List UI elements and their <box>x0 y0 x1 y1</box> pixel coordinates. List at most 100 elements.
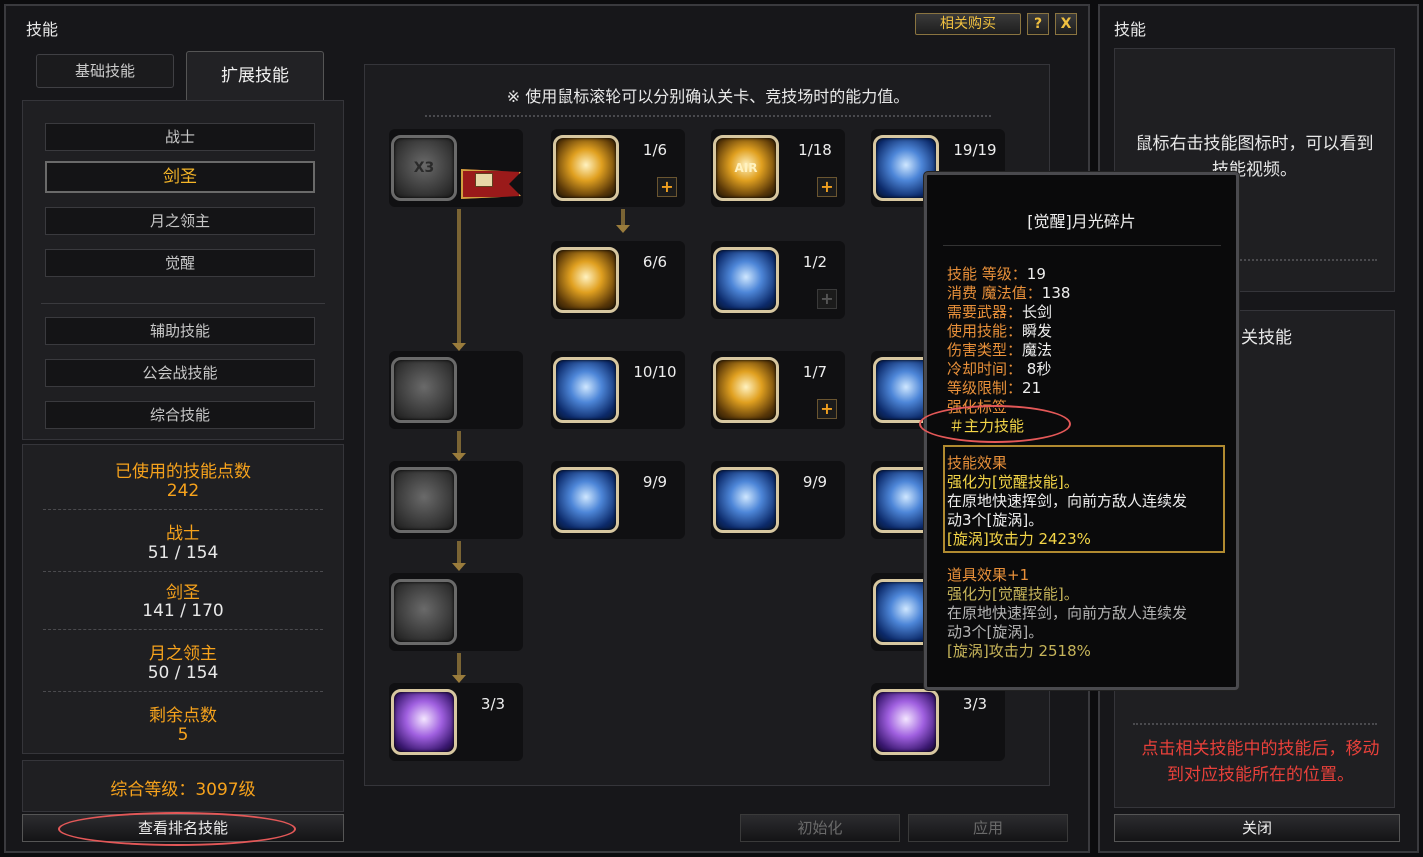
reset-button[interactable]: 初始化 <box>740 814 900 842</box>
wave-skill-icon[interactable] <box>553 467 619 533</box>
book-icon <box>475 173 493 187</box>
skill-slot[interactable] <box>389 573 523 651</box>
sword-skill-icon[interactable] <box>553 135 619 201</box>
skill-slot[interactable]: 10/10 <box>551 351 685 429</box>
highlight-circle <box>919 405 1071 443</box>
skill-slot[interactable]: 9/9 <box>551 461 685 539</box>
moonlord-points-value: 50 / 154 <box>147 663 219 683</box>
close-window-button[interactable]: X <box>1055 13 1077 35</box>
tree-connector <box>457 431 461 453</box>
arrow-down-icon <box>616 225 630 233</box>
tooltip-value: 8秒 <box>1022 360 1052 378</box>
skill-slot[interactable]: X3 <box>389 129 523 207</box>
remaining-points-label: 剩余点数 <box>149 706 217 726</box>
skill-slot[interactable]: 1/6 + <box>551 129 685 207</box>
skill-slot[interactable]: 3/3 <box>389 683 523 761</box>
figure-skill-icon[interactable] <box>713 247 779 313</box>
item-effect-line: 强化为[觉醒技能]。 <box>947 585 1079 603</box>
tooltip-key: 使用技能 <box>947 322 1008 340</box>
close-button[interactable]: 关闭 <box>1114 814 1400 842</box>
tree-connector <box>457 209 461 343</box>
tooltip-value: 瞬发 <box>1022 322 1053 340</box>
category-guild-war[interactable]: 公会战技能 <box>45 359 315 387</box>
navigation-hint-line: 点击相关技能中的技能后，移动 <box>1141 739 1380 759</box>
awakening-skill-icon[interactable] <box>873 689 939 755</box>
tooltip-key: 需要武器 <box>947 303 1008 321</box>
skill-level: 1/18 <box>798 141 832 159</box>
tooltip-value: 19 <box>1026 265 1046 283</box>
item-effect-line: 动3个[旋涡]。 <box>947 623 1044 641</box>
apply-button[interactable]: 应用 <box>908 814 1068 842</box>
overall-level: 综合等级：3097级 <box>110 780 256 800</box>
skill-effect-line: 动3个[旋涡]。 <box>947 511 1044 529</box>
air-skill-icon[interactable]: AIR <box>713 135 779 201</box>
skill-level: 1/7 <box>802 363 828 381</box>
locked-skill-icon[interactable] <box>391 357 457 423</box>
tooltip-value: 长剑 <box>1022 303 1053 321</box>
tooltip-key: 等级限制 <box>947 379 1008 397</box>
moonlord-points-label: 月之领主 <box>149 644 217 664</box>
category-general[interactable]: 综合技能 <box>45 401 315 429</box>
tooltip-row: 冷却时间： 8秒 <box>947 360 1051 379</box>
scroll-hint: ※ 使用鼠标滚轮可以分别确认关卡、竞技场时的能力值。 <box>506 87 910 106</box>
skill-level: 1/2 <box>802 253 828 271</box>
tooltip-row: 伤害类型：魔法 <box>947 341 1052 360</box>
multi-slash-skill-icon[interactable] <box>713 467 779 533</box>
skill-slot[interactable]: 1/2 + <box>711 241 845 319</box>
sword-skill-icon[interactable] <box>553 247 619 313</box>
tooltip-key: 伤害类型 <box>947 341 1008 359</box>
related-purchase-button[interactable]: 相关购买 <box>915 13 1021 35</box>
remaining-points-value: 5 <box>177 725 189 745</box>
category-support[interactable]: 辅助技能 <box>45 317 315 345</box>
skill-slot[interactable] <box>389 351 523 429</box>
level-up-plus-icon[interactable]: + <box>657 177 677 197</box>
tab-extended-skills[interactable]: 扩展技能 <box>186 51 324 103</box>
tooltip-separator: ： <box>1007 360 1023 378</box>
skill-level: 9/9 <box>642 473 668 491</box>
category-panel: 战士 剑圣 月之领主 觉醒 辅助技能 公会战技能 综合技能 <box>22 100 344 440</box>
help-button[interactable]: ? <box>1027 13 1049 35</box>
category-sword-master[interactable]: 剑圣 <box>45 161 315 193</box>
tree-connector <box>621 209 625 225</box>
arrow-down-icon <box>452 563 466 571</box>
tooltip-key: 技能 等级 <box>947 265 1012 283</box>
item-effect-title: 道具效果+1 <box>947 566 1030 584</box>
skill-level: 19/19 <box>953 141 997 159</box>
navigation-hint: 点击相关技能中的技能后，移动 到对应技能所在的位置。 <box>1100 736 1421 788</box>
category-moonlord[interactable]: 月之领主 <box>45 207 315 235</box>
divider <box>43 629 323 630</box>
level-up-plus-icon[interactable]: + <box>817 177 837 197</box>
category-awakening[interactable]: 觉醒 <box>45 249 315 277</box>
skill-level: 3/3 <box>962 695 988 713</box>
divider <box>943 245 1221 246</box>
item-effect-line: 在原地快速挥剑，向前方敌人连续发 <box>947 604 1188 622</box>
skill-slot[interactable]: 1/7 + <box>711 351 845 429</box>
locked-skill-icon[interactable] <box>391 467 457 533</box>
category-warrior[interactable]: 战士 <box>45 123 315 151</box>
slash-skill-icon[interactable] <box>553 357 619 423</box>
tooltip-row: 等级限制：21 <box>947 379 1041 398</box>
divider <box>43 571 323 572</box>
locked-skill-icon[interactable] <box>391 579 457 645</box>
tab-basic-skills[interactable]: 基础技能 <box>36 54 174 88</box>
skill-slot[interactable]: 3/3 <box>871 683 1005 761</box>
divider <box>41 303 325 304</box>
tree-connector <box>457 541 461 563</box>
level-up-plus-icon[interactable]: + <box>817 399 837 419</box>
locked-skill-icon[interactable]: X3 <box>391 135 457 201</box>
level-up-plus-icon[interactable]: + <box>817 289 837 309</box>
skill-slot[interactable]: 9/9 <box>711 461 845 539</box>
divider <box>1133 723 1377 725</box>
awakening-skill-icon[interactable] <box>391 689 457 755</box>
tooltip-value: 21 <box>1022 379 1042 397</box>
window-title: 技能 <box>1114 20 1147 39</box>
crown-skill-icon[interactable] <box>713 357 779 423</box>
skill-slot[interactable]: 6/6 <box>551 241 685 319</box>
skill-tooltip: [觉醒]月光碎片 技能 等级：19 消费 魔法值：138 需要武器：长剑 使用技… <box>919 172 1239 690</box>
sword-master-points-label: 剑圣 <box>166 583 200 603</box>
used-points-value: 242 <box>166 481 200 501</box>
skill-slot[interactable] <box>389 461 523 539</box>
tooltip-value: 138 <box>1041 284 1071 302</box>
skill-slot[interactable]: AIR 1/18 + <box>711 129 845 207</box>
divider <box>425 115 991 117</box>
